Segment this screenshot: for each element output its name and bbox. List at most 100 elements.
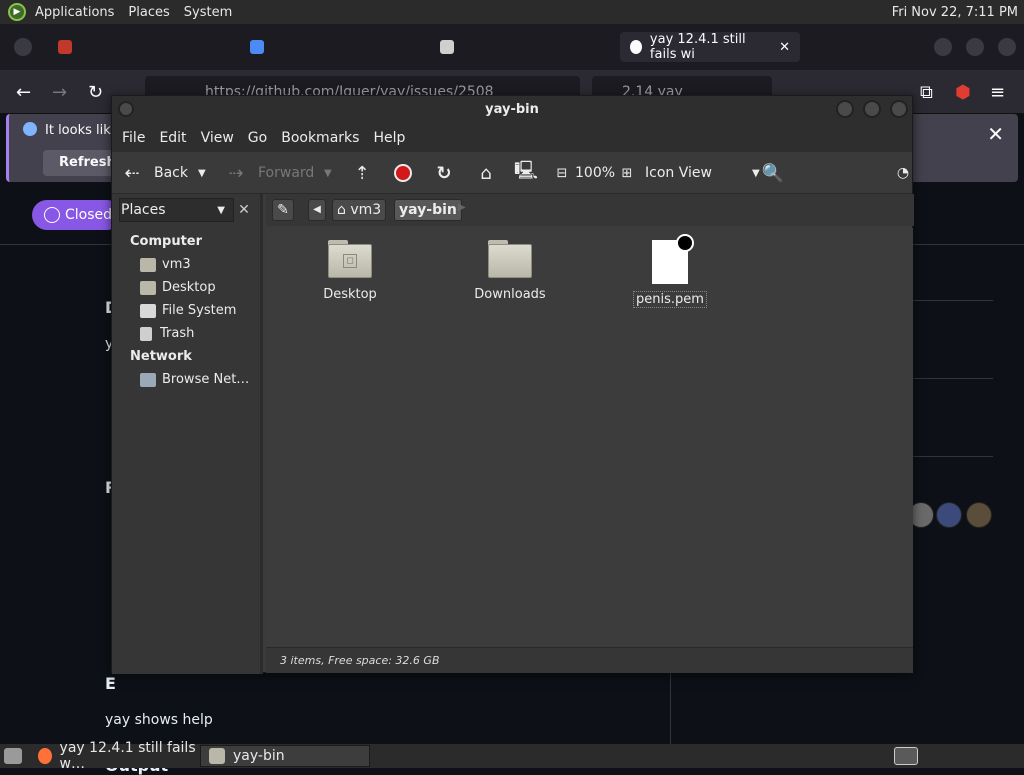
browser-tab[interactable] bbox=[58, 32, 80, 62]
maximize-icon[interactable] bbox=[966, 38, 984, 56]
edit-icon: ✎ bbox=[277, 202, 289, 218]
sidebar-item-vm3[interactable]: vm3 bbox=[112, 253, 260, 276]
task-label: yay-bin bbox=[233, 748, 285, 764]
distro-logo-icon[interactable]: ▶ bbox=[8, 3, 26, 21]
notice-close-icon[interactable]: ✕ bbox=[987, 122, 1004, 146]
hamburger-menu-icon[interactable]: ≡ bbox=[990, 82, 1005, 103]
chevron-down-icon: ▼ bbox=[324, 167, 332, 179]
zoom-in-button[interactable]: ⊞ bbox=[617, 152, 637, 194]
computer-icon: 🖳 bbox=[514, 160, 539, 181]
maximize-icon[interactable] bbox=[863, 100, 881, 118]
forward-button[interactable]: ⇢ Forward bbox=[226, 152, 314, 194]
menubar: File Edit View Go Bookmarks Help bbox=[112, 123, 912, 152]
avatar[interactable] bbox=[966, 502, 992, 528]
browser-tab[interactable] bbox=[250, 32, 272, 62]
github-icon bbox=[630, 40, 642, 54]
clock[interactable]: Fri Nov 22, 7:11 PM bbox=[892, 0, 1020, 24]
menu-file[interactable]: File bbox=[115, 130, 152, 146]
up-button[interactable]: ⇡ bbox=[352, 152, 372, 194]
path-button-yay-bin[interactable]: yay-bin bbox=[394, 199, 462, 221]
close-icon[interactable] bbox=[890, 100, 908, 118]
trash-icon bbox=[140, 326, 152, 341]
forward-history-dropdown[interactable]: ▼ bbox=[324, 152, 332, 194]
reload-icon[interactable]: ↻ bbox=[88, 82, 103, 103]
forward-label: Forward bbox=[258, 165, 315, 181]
reload-button[interactable]: ↻ bbox=[434, 152, 454, 194]
window-titlebar[interactable]: yay-bin bbox=[112, 96, 912, 123]
sidebar-item-label: File System bbox=[162, 303, 237, 318]
sidebar-item-desktop[interactable]: Desktop bbox=[112, 276, 260, 299]
forward-arrow-icon[interactable]: → bbox=[52, 82, 67, 103]
browser-menu-icon[interactable] bbox=[14, 38, 32, 56]
check-circle-icon bbox=[44, 207, 60, 223]
taskbar: yay 12.4.1 still fails w… yay-bin bbox=[0, 740, 1024, 772]
menu-view[interactable]: View bbox=[194, 130, 241, 146]
minimize-icon[interactable] bbox=[934, 38, 952, 56]
extensions-icon[interactable]: ⧉ bbox=[920, 82, 933, 103]
computer-button[interactable]: 🖳 bbox=[514, 152, 539, 194]
back-button[interactable]: ⇠ Back bbox=[122, 152, 188, 194]
avatar[interactable] bbox=[936, 502, 962, 528]
issue-state-badge: Closed bbox=[32, 200, 122, 230]
sidebar-section-network: Network bbox=[130, 349, 192, 364]
back-arrow-icon[interactable]: ← bbox=[16, 82, 31, 103]
browser-tab-active[interactable]: yay 12.4.1 still fails wi ✕ bbox=[620, 32, 800, 62]
system-menu[interactable]: System bbox=[177, 0, 239, 24]
path-scroll-left-button[interactable]: ◀ bbox=[308, 199, 326, 221]
icon-view[interactable]: ◻ Desktop Downloads penis.pem bbox=[266, 228, 913, 647]
stop-icon bbox=[394, 164, 412, 182]
sidebar-section-computer: Computer bbox=[130, 234, 203, 249]
zoom-out-icon: ⊟ bbox=[556, 165, 568, 181]
places-menu[interactable]: Places bbox=[121, 0, 176, 24]
zoom-in-icon: ⊞ bbox=[621, 165, 633, 181]
gmail-icon bbox=[58, 40, 72, 54]
workspace-icon bbox=[894, 747, 918, 765]
workspace-switcher[interactable] bbox=[892, 745, 926, 767]
search-button[interactable]: 🔍 bbox=[762, 152, 784, 194]
task-file-manager[interactable]: yay-bin bbox=[200, 745, 370, 767]
divider bbox=[913, 378, 993, 379]
menu-help[interactable]: Help bbox=[366, 130, 412, 146]
close-icon[interactable] bbox=[998, 38, 1016, 56]
sidebar-close-icon[interactable]: ✕ bbox=[234, 200, 254, 220]
sidebar-item-browse-network[interactable]: Browse Net… bbox=[112, 368, 260, 391]
file-item-pem[interactable]: penis.pem bbox=[620, 234, 720, 308]
folder-icon: ◻ bbox=[328, 240, 372, 278]
file-label: Desktop bbox=[323, 287, 377, 302]
sidebar-item-label: Trash bbox=[160, 326, 195, 341]
menu-edit[interactable]: Edit bbox=[152, 130, 193, 146]
back-arrow-icon: ⇠ bbox=[124, 162, 140, 184]
menu-bookmarks[interactable]: Bookmarks bbox=[274, 130, 366, 146]
stop-button[interactable] bbox=[394, 152, 412, 194]
home-button[interactable]: ⌂ bbox=[476, 152, 496, 194]
window-menu-icon[interactable] bbox=[118, 101, 134, 117]
file-item-desktop[interactable]: ◻ Desktop bbox=[300, 240, 400, 302]
back-history-dropdown[interactable]: ▼ bbox=[198, 152, 206, 194]
sidebar-item-trash[interactable]: Trash bbox=[112, 322, 260, 345]
path-button-vm3[interactable]: ⌂ vm3 bbox=[332, 199, 387, 221]
issue-state-label: Closed bbox=[65, 207, 113, 223]
zoom-out-button[interactable]: ⊟ bbox=[552, 152, 572, 194]
chevron-right-icon[interactable]: ▶ bbox=[458, 202, 466, 213]
minimize-icon[interactable] bbox=[836, 100, 854, 118]
view-mode-select[interactable]: Icon View ▼ bbox=[645, 152, 760, 194]
browser-tabbar: yay 12.4.1 still fails wi ✕ bbox=[0, 24, 1024, 70]
chevron-down-icon: ▼ bbox=[751, 167, 760, 179]
browser-tab[interactable] bbox=[440, 32, 462, 62]
file-manager-window: yay-bin File Edit View Go Bookmarks Help… bbox=[111, 95, 914, 674]
zoom-level[interactable]: 100% bbox=[575, 152, 615, 194]
sidebar-item-file-system[interactable]: File System bbox=[112, 299, 260, 322]
ublock-icon[interactable]: ⬢ bbox=[955, 82, 971, 103]
applications-menu[interactable]: Applications bbox=[28, 0, 121, 24]
task-firefox[interactable]: yay 12.4.1 still fails w… bbox=[30, 740, 200, 772]
show-desktop-button[interactable] bbox=[0, 745, 30, 767]
window-title: yay-bin bbox=[485, 102, 539, 117]
location-bar: ✎ ◀ ⌂ vm3 yay-bin ▶ bbox=[266, 194, 914, 226]
firefox-icon bbox=[38, 748, 52, 764]
sidebar-type-select[interactable]: Places ▼ bbox=[119, 198, 234, 222]
divider bbox=[913, 456, 993, 457]
toggle-location-entry-button[interactable]: ✎ bbox=[272, 199, 294, 221]
menu-go[interactable]: Go bbox=[241, 130, 274, 146]
file-item-downloads[interactable]: Downloads bbox=[460, 240, 560, 302]
tab-close-icon[interactable]: ✕ bbox=[779, 40, 790, 55]
